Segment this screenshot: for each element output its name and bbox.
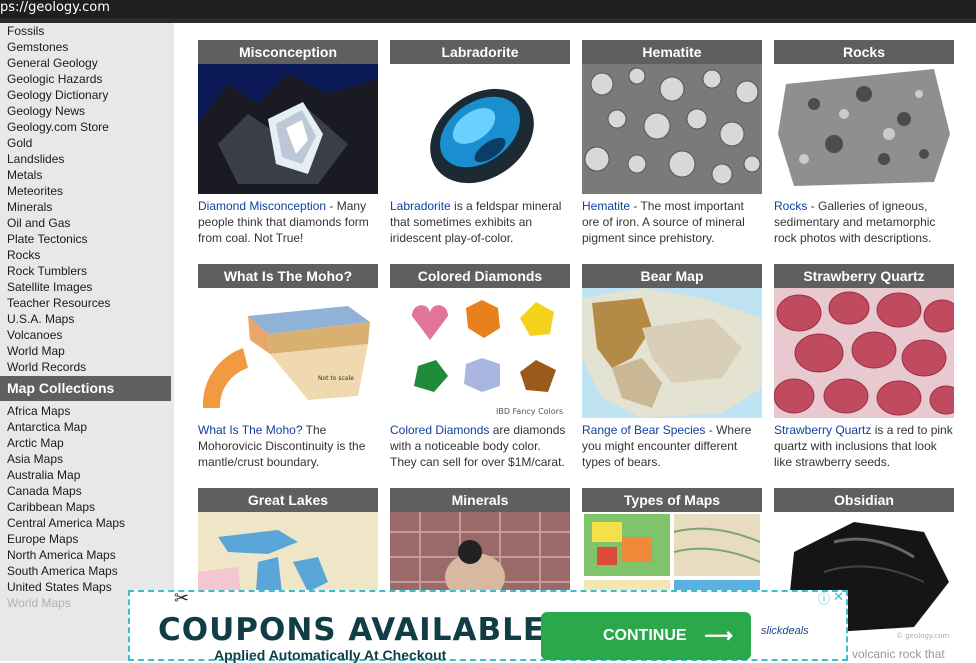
strawberry-quartz-photo[interactable]	[774, 288, 954, 418]
obsidian-description-fragment: volcanic rock that	[852, 647, 945, 661]
sidebar-item[interactable]: Meteorites	[0, 183, 174, 199]
sidebar-item[interactable]: World Records	[0, 359, 174, 375]
sidebar-item[interactable]: Gemstones	[0, 39, 174, 55]
card-moho: What Is The Moho? Not to scale What Is T…	[198, 264, 378, 470]
url-bar[interactable]: ps://geology.com	[0, 0, 976, 18]
card-link[interactable]: Rocks	[774, 199, 807, 213]
card-link[interactable]: Hematite	[582, 199, 630, 213]
sidebar-item[interactable]: Geology Dictionary	[0, 87, 174, 103]
card-description: What Is The Moho? The Mohorovicic Discon…	[198, 418, 378, 470]
sidebar-map-item[interactable]: Europe Maps	[0, 531, 174, 547]
ad-headline: COUPONS AVAILABLE	[158, 612, 546, 648]
rock-photo[interactable]	[774, 64, 954, 194]
sidebar-item[interactable]: Volcanoes	[0, 327, 174, 343]
card-link[interactable]: Range of Bear Species	[582, 423, 705, 437]
sidebar-map-item[interactable]: Africa Maps	[0, 403, 174, 419]
bear-map-image[interactable]	[582, 288, 762, 418]
card-rocks: Rocks Rocks - Galleries of igneous, sedi…	[774, 40, 954, 246]
card-title[interactable]: Hematite	[582, 40, 762, 64]
sidebar-map-item[interactable]: Caribbean Maps	[0, 499, 174, 515]
card-title[interactable]: Bear Map	[582, 264, 762, 288]
sidebar-item[interactable]: General Geology	[0, 55, 174, 71]
sidebar-map-item[interactable]: Australia Map	[0, 467, 174, 483]
sidebar-item[interactable]: Plate Tectonics	[0, 231, 174, 247]
arrow-right-icon: ⟶	[704, 625, 733, 647]
continue-button[interactable]: CONTINUE ⟶	[541, 612, 751, 660]
sidebar-maps: Africa Maps Antarctica Map Arctic Map As…	[0, 403, 174, 611]
info-icon[interactable]: ⓘ	[818, 590, 830, 607]
card-description: Labradorite is a feldspar mineral that s…	[390, 194, 570, 246]
sidebar-item[interactable]: Geologic Hazards	[0, 71, 174, 87]
sidebar-map-item[interactable]: Central America Maps	[0, 515, 174, 531]
card-title[interactable]: Minerals	[390, 488, 570, 512]
card-title[interactable]: Misconception	[198, 40, 378, 64]
card-bear-map: Bear Map Range of Bear Species - Where y…	[582, 264, 762, 470]
sidebar-item[interactable]: Metals	[0, 167, 174, 183]
continue-label: CONTINUE	[603, 627, 687, 644]
card-description: Rocks - Galleries of igneous, sedimentar…	[774, 194, 954, 246]
sidebar-item[interactable]: Oil and Gas	[0, 215, 174, 231]
sidebar-topics: Fossils Gemstones General Geology Geolog…	[0, 23, 174, 375]
sidebar-map-item[interactable]: North America Maps	[0, 547, 174, 563]
not-to-scale-label: Not to scale	[318, 375, 354, 382]
card-hematite: Hematite Hematite - The most important o…	[582, 40, 762, 246]
image-caption: © geology.com	[896, 632, 949, 640]
card-title[interactable]: Colored Diamonds	[390, 264, 570, 288]
card-strawberry-quartz: Strawberry Quartz Strawberry Quartz is a…	[774, 264, 954, 470]
sidebar-item[interactable]: Satellite Images	[0, 279, 174, 295]
sidebar-item[interactable]: Geology News	[0, 103, 174, 119]
close-icon[interactable]: ✕	[833, 589, 844, 605]
map-collections-heading: Map Collections	[0, 376, 171, 401]
card-title[interactable]: Labradorite	[390, 40, 570, 64]
slickdeals-logo: slickdeals	[761, 625, 809, 637]
card-title[interactable]: Rocks	[774, 40, 954, 64]
card-link[interactable]: What Is The Moho?	[198, 423, 303, 437]
sidebar-item[interactable]: Gold	[0, 135, 174, 151]
card-link[interactable]: Labradorite	[390, 199, 451, 213]
card-description: Range of Bear Species - Where you might …	[582, 418, 762, 470]
image-caption: IBD Fancy Colors	[496, 407, 563, 416]
colored-diamonds-photo[interactable]: IBD Fancy Colors	[390, 288, 570, 418]
sidebar-item[interactable]: Teacher Resources	[0, 295, 174, 311]
card-description: Colored Diamonds are diamonds with a not…	[390, 418, 570, 470]
sidebar-item[interactable]: Fossils	[0, 23, 174, 39]
card-colored-diamonds: Colored Diamonds IBD Fancy Colors Colore…	[390, 264, 570, 470]
sidebar-item[interactable]: U.S.A. Maps	[0, 311, 174, 327]
sidebar-map-item[interactable]: Arctic Map	[0, 435, 174, 451]
sidebar-item[interactable]: Landslides	[0, 151, 174, 167]
sidebar-map-item[interactable]: Antarctica Map	[0, 419, 174, 435]
card-description: Diamond Misconception - Many people thin…	[198, 194, 378, 246]
sidebar-map-item[interactable]: Asia Maps	[0, 451, 174, 467]
card-title[interactable]: Obsidian	[774, 488, 954, 512]
card-misconception: Misconception Diamond Misconception - Ma…	[198, 40, 378, 246]
card-title[interactable]: Types of Maps	[582, 488, 762, 512]
sidebar-item[interactable]: Rock Tumblers	[0, 263, 174, 279]
sidebar-item[interactable]: Geology.com Store	[0, 119, 174, 135]
card-description: Strawberry Quartz is a red to pink quart…	[774, 418, 954, 470]
card-link[interactable]: Colored Diamonds	[390, 423, 489, 437]
card-link[interactable]: Diamond Misconception	[198, 199, 326, 213]
moho-diagram[interactable]: Not to scale	[198, 288, 378, 418]
sidebar-map-item[interactable]: South America Maps	[0, 563, 174, 579]
sidebar-map-item[interactable]: Canada Maps	[0, 483, 174, 499]
diamond-photo[interactable]	[198, 64, 378, 194]
coupon-ad-banner[interactable]: ✂ ⓘ ✕ COUPONS AVAILABLE Applied Automati…	[128, 588, 848, 663]
sidebar-item[interactable]: Minerals	[0, 199, 174, 215]
sidebar-item[interactable]: World Map	[0, 343, 174, 359]
card-description: Hematite - The most important ore of iro…	[582, 194, 762, 246]
scissors-icon: ✂	[174, 588, 190, 608]
card-labradorite: Labradorite Labradorite is a feldspar mi…	[390, 40, 570, 246]
sidebar: Fossils Gemstones General Geology Geolog…	[0, 23, 174, 661]
sidebar-item[interactable]: Rocks	[0, 247, 174, 263]
card-title[interactable]: What Is The Moho?	[198, 264, 378, 288]
card-link[interactable]: Strawberry Quartz	[774, 423, 871, 437]
card-title[interactable]: Strawberry Quartz	[774, 264, 954, 288]
url-text: ps://geology.com	[0, 0, 110, 15]
labradorite-photo[interactable]	[390, 64, 570, 194]
card-title[interactable]: Great Lakes	[198, 488, 378, 512]
hematite-photo[interactable]	[582, 64, 762, 194]
